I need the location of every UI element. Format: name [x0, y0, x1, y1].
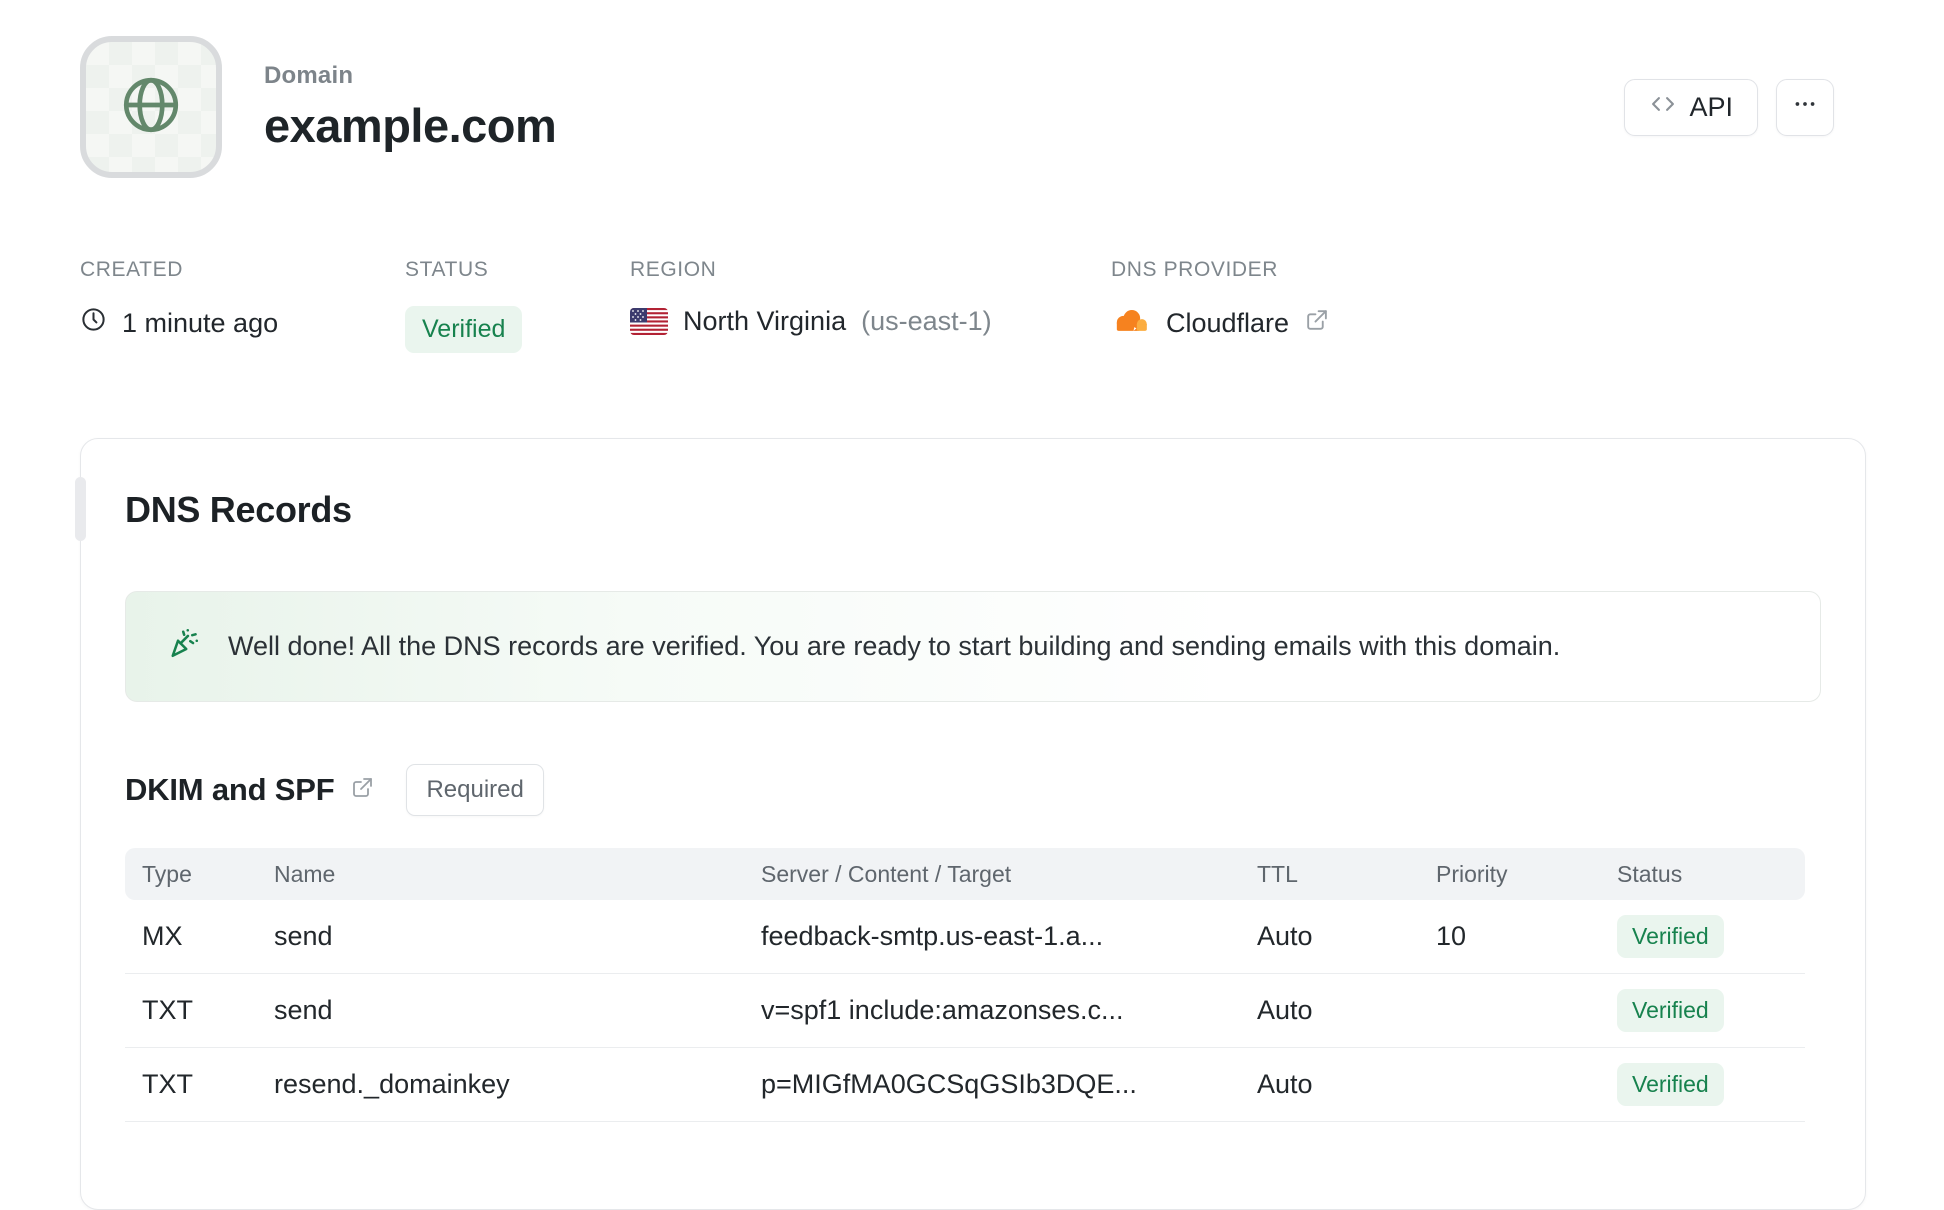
row-status-badge: Verified [1617, 989, 1724, 1032]
cell-status: Verified [1617, 1063, 1805, 1106]
col-header-status: Status [1617, 860, 1683, 887]
card-left-tab [75, 477, 86, 541]
meta-dns-provider: DNS PROVIDER Cloudflare [1111, 258, 1329, 341]
cell-type: MX [142, 921, 183, 951]
success-banner-text: Well done! All the DNS records are verif… [228, 631, 1561, 661]
meta-region: REGION North Virginia (us-east-1) [630, 258, 992, 337]
api-button[interactable]: API [1624, 78, 1758, 136]
cell-content: v=spf1 include:amazonses.c... [761, 995, 1124, 1025]
us-flag-icon [630, 308, 668, 335]
api-button-label: API [1689, 91, 1733, 122]
dkim-spf-header: DKIM and SPF Required [125, 764, 1821, 816]
domain-detail-page: Domain example.com API CREATED 1 minute … [0, 0, 1944, 1210]
status-label: STATUS [405, 258, 489, 281]
cell-name: resend._domainkey [274, 1069, 510, 1099]
table-row: TXT send v=spf1 include:amazonses.c... A… [125, 974, 1805, 1048]
domain-avatar [80, 36, 222, 178]
region-label: REGION [630, 258, 717, 281]
page-eyebrow: Domain [264, 61, 354, 89]
col-header-priority: Priority [1436, 860, 1508, 887]
col-header-ttl: TTL [1257, 860, 1298, 887]
cell-ttl: Auto [1257, 1069, 1313, 1099]
title-block: Domain example.com [264, 61, 557, 153]
created-value: 1 minute ago [122, 307, 279, 338]
cell-type: TXT [142, 995, 193, 1025]
region-code: (us-east-1) [861, 306, 992, 336]
cell-priority: 10 [1436, 921, 1467, 951]
more-button[interactable] [1776, 78, 1834, 136]
dns-provider-value: Cloudflare [1166, 308, 1290, 338]
meta-created: CREATED 1 minute ago [80, 258, 278, 340]
cell-status: Verified [1617, 915, 1805, 958]
success-banner: Well done! All the DNS records are verif… [125, 591, 1821, 702]
col-header-content: Server / Content / Target [761, 860, 1012, 887]
table-row: TXT resend._domainkey p=MIGfMA0GCSqGSIb3… [125, 1048, 1805, 1122]
col-header-name: Name [274, 860, 336, 887]
created-label: CREATED [80, 258, 183, 281]
external-link-icon[interactable] [350, 776, 374, 805]
cell-ttl: Auto [1257, 995, 1313, 1025]
meta-status: STATUS Verified [405, 258, 523, 353]
page-title: example.com [264, 98, 557, 152]
header-actions: API [1624, 78, 1834, 136]
cloudflare-icon [1111, 306, 1151, 341]
col-header-type: Type [142, 860, 192, 887]
cell-status: Verified [1617, 989, 1805, 1032]
status-badge: Verified [405, 306, 523, 353]
globe-icon [118, 72, 184, 143]
table-header-row: Type Name Server / Content / Target TTL … [125, 848, 1805, 900]
cell-ttl: Auto [1257, 921, 1313, 951]
region-name: North Virginia [683, 306, 847, 336]
cell-content: p=MIGfMA0GCSqGSIb3DQE... [761, 1069, 1137, 1099]
party-popper-icon [166, 625, 202, 668]
dkim-spf-title: DKIM and SPF [125, 772, 335, 807]
required-badge: Required [406, 764, 544, 816]
cell-name: send [274, 921, 333, 951]
external-link-icon[interactable] [1304, 308, 1329, 340]
dns-provider-label: DNS PROVIDER [1111, 258, 1279, 281]
dns-records-title: DNS Records [125, 489, 352, 530]
code-icon [1649, 90, 1677, 125]
cell-content: feedback-smtp.us-east-1.a... [761, 921, 1104, 951]
row-status-badge: Verified [1617, 915, 1724, 958]
domain-meta-row: CREATED 1 minute ago STATUS Verified REG… [80, 258, 1864, 353]
table-row: MX send feedback-smtp.us-east-1.a... Aut… [125, 900, 1805, 974]
cell-name: send [274, 995, 333, 1025]
cell-type: TXT [142, 1069, 193, 1099]
page-header: Domain example.com API [80, 0, 1864, 178]
row-status-badge: Verified [1617, 1063, 1724, 1106]
ellipsis-icon [1792, 91, 1818, 124]
clock-icon [80, 306, 107, 340]
dns-records-table: Type Name Server / Content / Target TTL … [125, 848, 1805, 1122]
dns-records-card: DNS Records Well done! All the DNS recor… [75, 438, 1866, 1210]
